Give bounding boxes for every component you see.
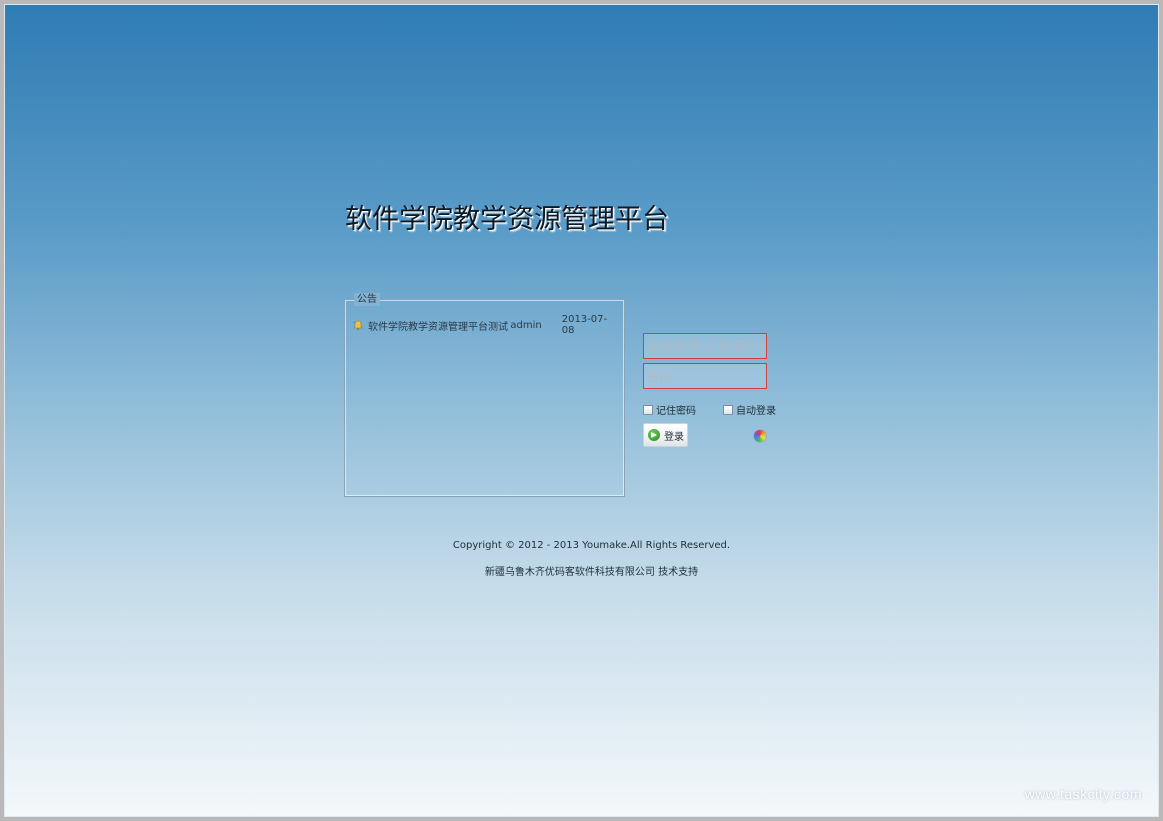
username-input[interactable]	[643, 333, 767, 359]
app-title: 软件学院教学资源管理平台	[345, 204, 669, 235]
login-button[interactable]: 登录	[643, 423, 688, 447]
notice-item-title[interactable]: 软件学院教学资源管理平台测试运行	[368, 318, 508, 333]
notice-item[interactable]: 软件学院教学资源管理平台测试运行 admin 2013-07-08	[352, 314, 618, 336]
color-wheel-icon[interactable]	[754, 430, 766, 442]
notice-panel: 公告 软件学院教学资源管理平台测试运行 admin 2013-07-08	[344, 293, 625, 497]
remember-label: 记住密码	[656, 406, 696, 417]
login-button-label: 登录	[664, 431, 684, 443]
arrow-right-circle-icon	[648, 429, 660, 441]
auto-login-checkbox[interactable]: 自动登录	[723, 402, 776, 417]
copyright-text: Copyright © 2012 - 2013 Youmake.All Righ…	[452, 540, 731, 551]
support-text: 新疆乌鲁木齐优码客软件科技有限公司 技术支持	[484, 567, 699, 578]
page-frame: 软件学院教学资源管理平台 公告 软件学院教学资源管理平台测试运行 admin 2…	[4, 4, 1159, 817]
notice-item-author: admin	[510, 319, 542, 331]
notice-item-date: 2013-07-08	[561, 314, 608, 336]
autologin-label: 自动登录	[736, 406, 776, 417]
password-input[interactable]	[643, 363, 767, 389]
notice-bell-icon	[352, 319, 364, 331]
remember-checkbox-box[interactable]	[643, 404, 653, 415]
notice-legend: 公告	[354, 293, 380, 306]
watermark: www.taskcity.com	[1024, 786, 1142, 802]
autologin-checkbox-box[interactable]	[723, 404, 733, 415]
remember-password-checkbox[interactable]: 记住密码	[643, 402, 696, 417]
